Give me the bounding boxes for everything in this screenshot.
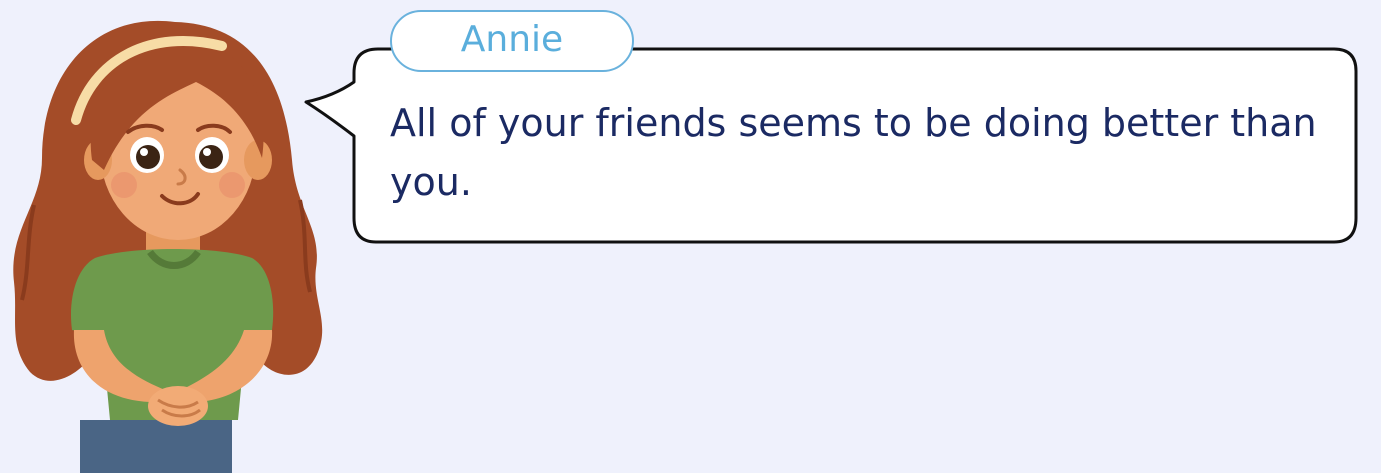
character-illustration (13, 20, 323, 473)
dialogue-text: All of your friends seems to be doing be… (390, 101, 1317, 204)
clasped-hands (148, 386, 208, 426)
pants (80, 420, 232, 473)
speaker-name-tag: Annie (390, 10, 634, 72)
